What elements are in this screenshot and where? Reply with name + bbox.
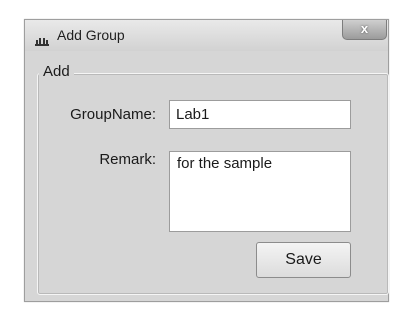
title-bar[interactable]: Add Group x: [25, 20, 388, 51]
save-button[interactable]: Save: [256, 242, 351, 278]
groupname-label: GroupName:: [70, 106, 156, 123]
close-button[interactable]: x: [342, 20, 387, 40]
close-icon: x: [360, 21, 369, 36]
add-group-window: Add Group x Add GroupName: Remark: for t…: [24, 19, 389, 302]
groupbox-legend: Add: [39, 62, 74, 82]
window-title: Add Group: [57, 27, 125, 43]
groupname-field[interactable]: [169, 100, 351, 129]
remark-field[interactable]: for the sample: [169, 151, 351, 232]
remark-label: Remark:: [99, 151, 156, 168]
network-icon: [35, 33, 49, 46]
